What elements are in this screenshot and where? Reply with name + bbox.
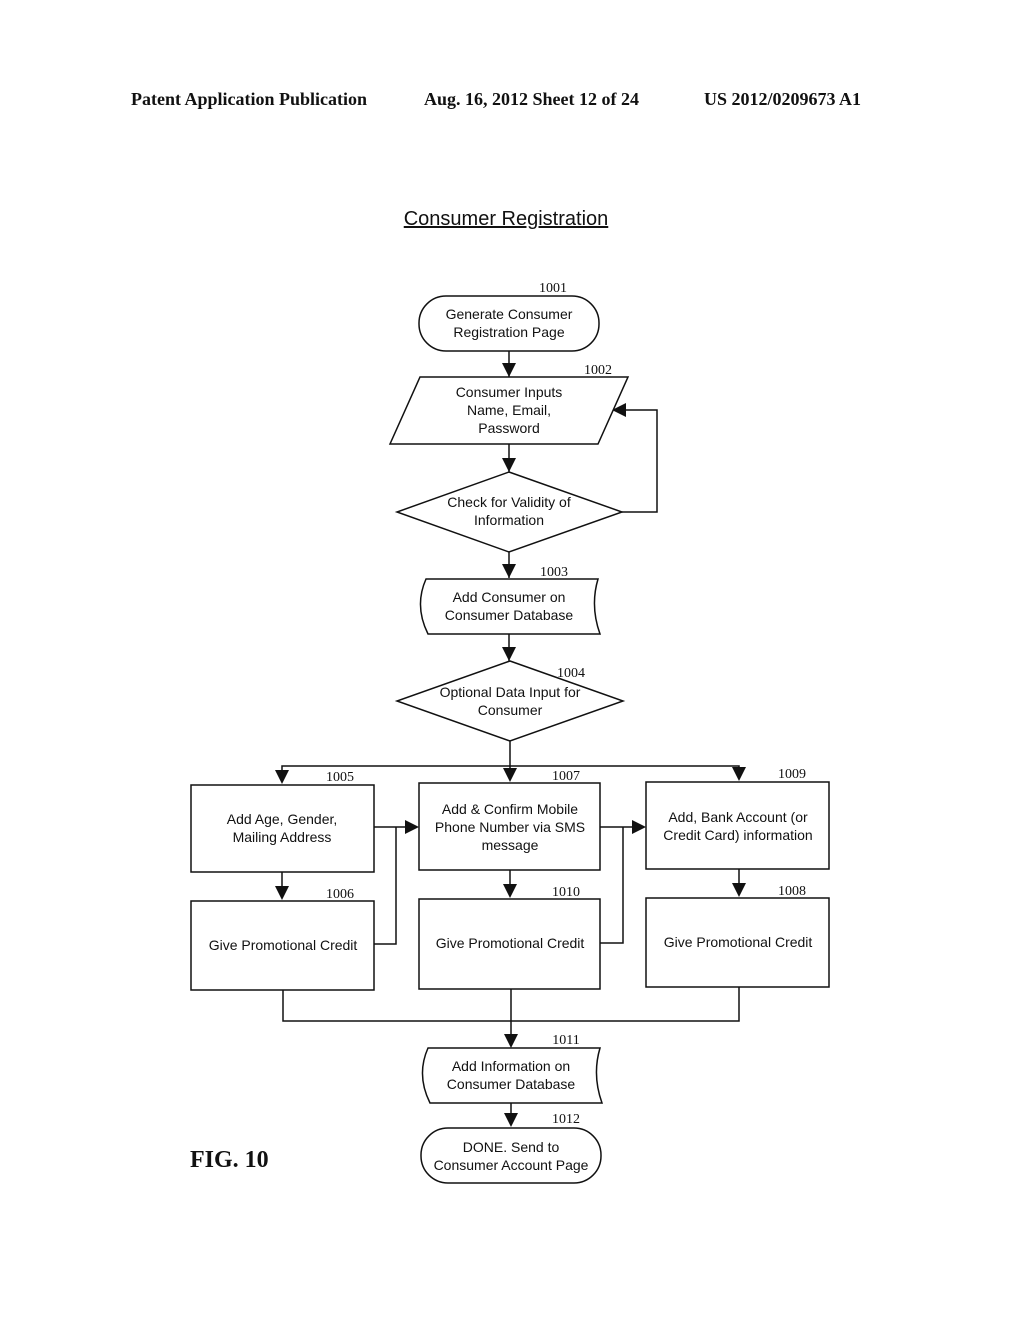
- arrowhead-right-icon: [632, 820, 646, 834]
- arrowhead-right-icon: [405, 820, 419, 834]
- ref-1005: 1005: [326, 770, 354, 785]
- ref-1007: 1007: [552, 769, 580, 784]
- edge-1010-1009: [600, 827, 624, 944]
- node-1007-line-1: Add & Confirm Mobile: [442, 801, 578, 817]
- node-1002-line-3: Password: [478, 420, 539, 436]
- ref-1006: 1006: [326, 887, 354, 902]
- ref-1010: 1010: [552, 885, 580, 900]
- node-1011-line-1: Add Information on: [452, 1058, 570, 1074]
- arrowhead-down-icon: [732, 767, 746, 781]
- node-1007: 1007 Add & Confirm Mobile Phone Number v…: [418, 769, 601, 871]
- node-1008: 1008 Give Promotional Credit: [645, 884, 830, 988]
- node-1010-line-1: Give Promotional Credit: [436, 935, 585, 951]
- check-line-1: Check for Validity of: [447, 494, 571, 510]
- ref-1003: 1003: [540, 565, 568, 580]
- arrowhead-down-icon: [503, 884, 517, 898]
- ref-1008: 1008: [778, 884, 806, 899]
- arrowhead-down-icon: [275, 886, 289, 900]
- patent-sheet: Patent Application Publication Aug. 16, …: [0, 0, 1024, 1320]
- edge-1006-1007: [374, 827, 397, 945]
- node-1008-line-1: Give Promotional Credit: [664, 934, 813, 950]
- check-line-2: Information: [474, 512, 544, 528]
- node-1003-line-2: Consumer Database: [445, 607, 574, 623]
- arrowhead-down-icon: [275, 770, 289, 784]
- node-1009: 1009 Add, Bank Account (or Credit Card) …: [645, 767, 830, 870]
- ref-1001: 1001: [539, 281, 567, 296]
- arrowhead-down-icon: [503, 768, 517, 782]
- ref-1011: 1011: [552, 1033, 579, 1048]
- arrowhead-down-icon: [502, 458, 516, 472]
- ref-1002: 1002: [584, 363, 612, 378]
- node-1004-line-2: Consumer: [478, 702, 543, 718]
- node-1004-line-1: Optional Data Input for: [440, 684, 581, 700]
- node-1006-line-1: Give Promotional Credit: [209, 937, 358, 953]
- ref-1009: 1009: [778, 767, 806, 782]
- node-1009-line-1: Add, Bank Account (or: [668, 809, 808, 825]
- node-check-validity: Check for Validity of Information: [394, 471, 625, 553]
- arrowhead-down-icon: [502, 363, 516, 377]
- node-1001-line-1: Generate Consumer: [446, 306, 573, 322]
- node-1001-line-2: Registration Page: [453, 324, 565, 340]
- arrowhead-down-icon: [504, 1034, 518, 1048]
- node-1005-line-2: Mailing Address: [233, 829, 332, 845]
- ref-1012: 1012: [552, 1112, 580, 1127]
- node-1003-line-1: Add Consumer on: [453, 589, 566, 605]
- node-1005: 1005 Add Age, Gender, Mailing Address: [190, 770, 375, 873]
- node-1007-line-3: message: [482, 837, 539, 853]
- node-1012-line-2: Consumer Account Page: [434, 1157, 589, 1173]
- edge-check-loop-1002: [622, 409, 658, 513]
- node-1002-line-2: Name, Email,: [467, 402, 551, 418]
- node-1010: 1010 Give Promotional Credit: [418, 885, 601, 990]
- node-1004: 1004 Optional Data Input for Consumer: [394, 660, 626, 742]
- node-1012-line-1: DONE. Send to: [463, 1139, 560, 1155]
- node-1009-line-2: Credit Card) information: [663, 827, 812, 843]
- flowchart: 1001 Generate Consumer Registration Page…: [190, 281, 830, 1184]
- node-1001: 1001 Generate Consumer Registration Page: [418, 281, 600, 352]
- node-1011-line-2: Consumer Database: [447, 1076, 576, 1092]
- node-1002-line-1: Consumer Inputs: [456, 384, 563, 400]
- ref-1004: 1004: [557, 666, 585, 681]
- arrowhead-down-icon: [504, 1113, 518, 1127]
- node-1005-line-1: Add Age, Gender,: [227, 811, 338, 827]
- node-1006: 1006 Give Promotional Credit: [190, 887, 375, 991]
- arrowhead-down-icon: [502, 647, 516, 661]
- arrowhead-down-icon: [502, 564, 516, 578]
- arrowhead-down-icon: [732, 883, 746, 897]
- node-1007-line-2: Phone Number via SMS: [435, 819, 585, 835]
